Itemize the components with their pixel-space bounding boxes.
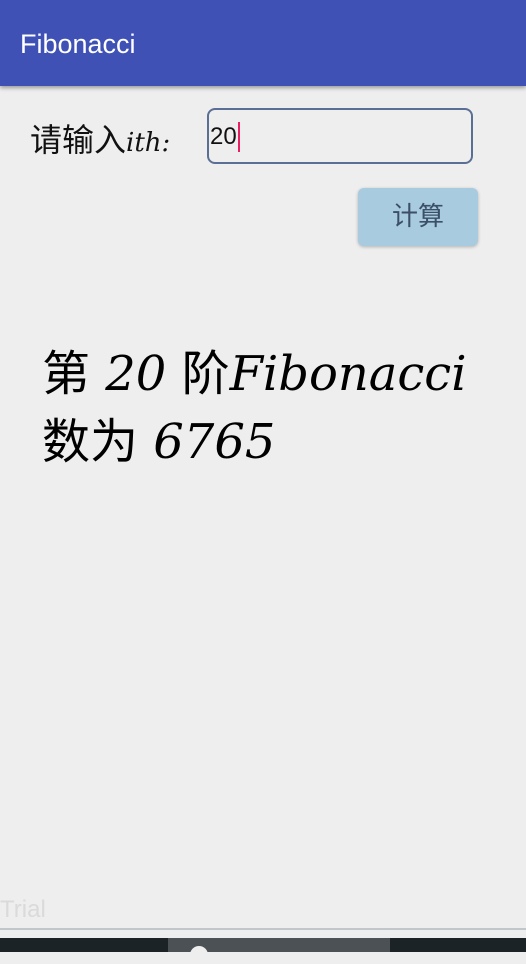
calculate-button[interactable]: 计算 xyxy=(358,188,478,246)
trial-watermark: Trial xyxy=(0,896,46,923)
result-n: 20 xyxy=(105,346,167,402)
result-text: 第 20 阶Fibonacci 数为 6765 xyxy=(42,340,492,476)
home-button-icon[interactable] xyxy=(190,946,208,964)
result-middle: 阶 xyxy=(166,346,230,402)
ith-input-value-wrap: 20 xyxy=(210,122,240,152)
input-label: 请输入ith: xyxy=(30,116,170,167)
text-caret xyxy=(237,122,240,152)
result-suffix: 数为 xyxy=(42,414,154,470)
system-navigation-bar xyxy=(0,938,526,964)
result-value: 6765 xyxy=(153,414,276,470)
result-prefix: 第 xyxy=(42,346,106,402)
ith-input-field[interactable]: 20 xyxy=(207,108,473,164)
result-fibonacci-word: Fibonacci xyxy=(229,346,467,402)
input-label-prefix: 请输入 xyxy=(30,121,127,159)
bottom-divider xyxy=(0,928,526,930)
app-bar: Fibonacci xyxy=(0,0,526,86)
app-title: Fibonacci xyxy=(20,29,136,59)
input-label-suffix: ith: xyxy=(126,128,171,158)
ith-input-value: 20 xyxy=(210,123,237,150)
